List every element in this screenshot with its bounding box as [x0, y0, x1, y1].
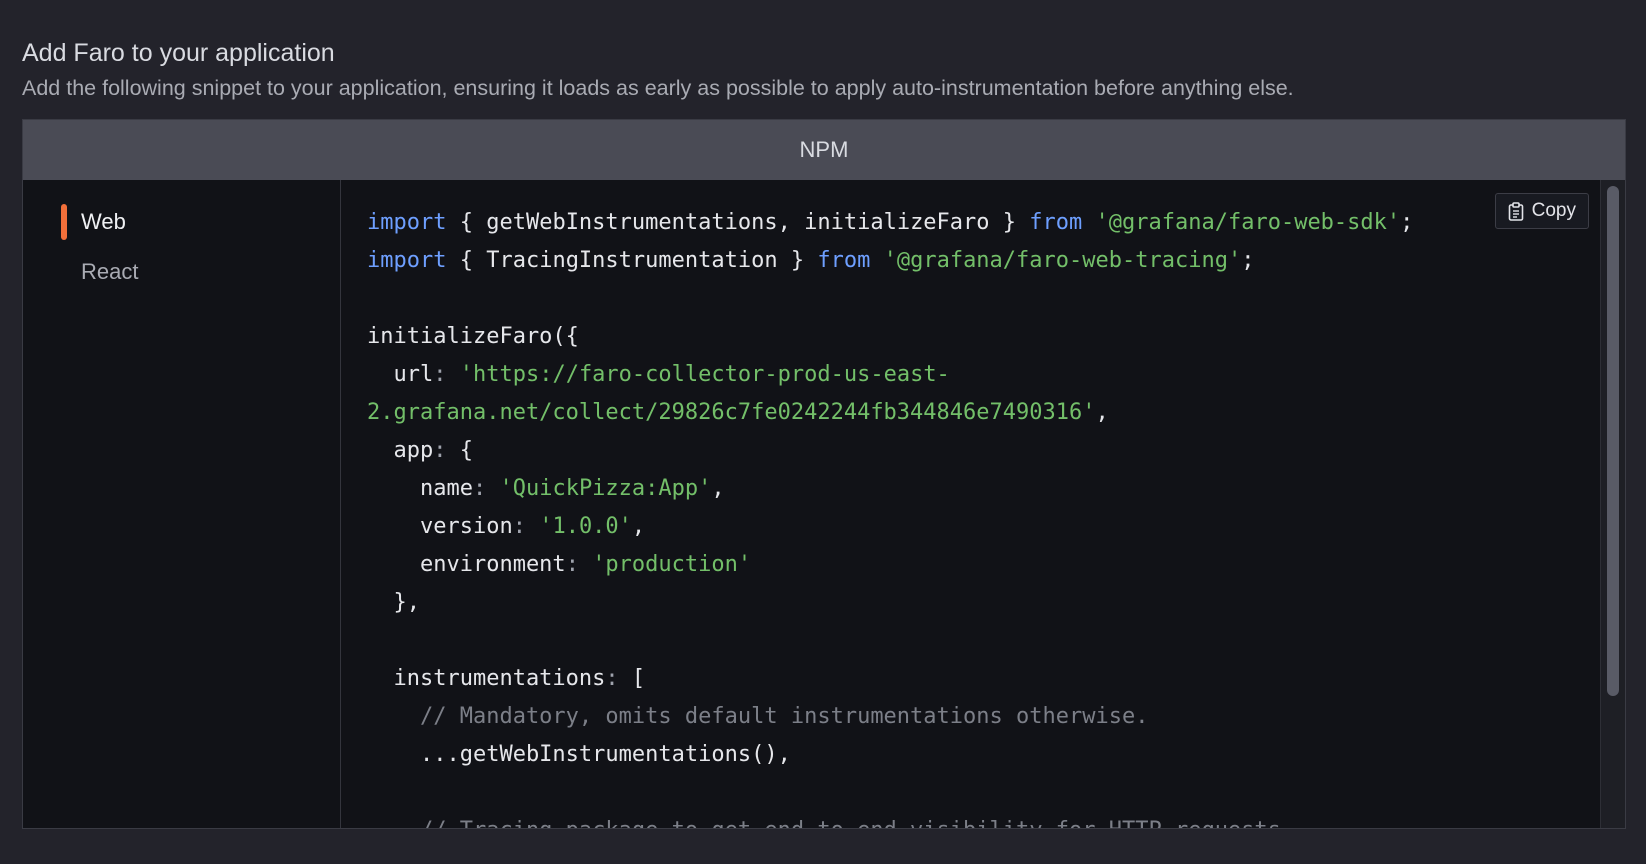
code-line: version: '1.0.0', [367, 514, 646, 539]
code-line: }, [367, 590, 420, 615]
code-line: initializeFaro({ [367, 324, 579, 349]
code-snippet-panel: NPM Web React import { getWebInstrumenta… [22, 119, 1626, 829]
sidebar-item-web[interactable]: Web [61, 204, 341, 240]
tab-bar: NPM [23, 120, 1625, 180]
sidebar: Web React [23, 180, 341, 828]
scrollbar-thumb[interactable] [1607, 186, 1619, 696]
code-line: instrumentations: [ [367, 666, 646, 691]
tab-npm[interactable]: NPM [800, 137, 849, 163]
page-title: Add Faro to your application [22, 39, 335, 67]
code-line: 2.grafana.net/collect/29826c7fe0242244fb… [367, 400, 1109, 425]
code-block: import { getWebInstrumentations, initial… [367, 204, 1413, 828]
code-comment: // Tracing package to get end-to-end vis… [367, 818, 1294, 828]
code-comment: // Mandatory, omits default instrumentat… [367, 704, 1149, 729]
clipboard-icon [1508, 201, 1524, 221]
code-line: environment: 'production' [367, 552, 752, 577]
page-description: Add the following snippet to your applic… [22, 76, 1294, 100]
code-line: url: 'https://faro-collector-prod-us-eas… [367, 362, 950, 387]
page: Add Faro to your application Add the fol… [0, 0, 1646, 864]
copy-button-label: Copy [1531, 200, 1576, 221]
vertical-scrollbar[interactable] [1600, 180, 1625, 828]
code-line: app: { [367, 438, 473, 463]
code-line: name: 'QuickPizza:App', [367, 476, 725, 501]
copy-button[interactable]: Copy [1494, 193, 1589, 229]
code-line: import { getWebInstrumentations, initial… [367, 210, 1414, 235]
code-line: import { TracingInstrumentation } from '… [367, 248, 1255, 273]
code-line: ...getWebInstrumentations(), [367, 742, 791, 767]
sidebar-item-react[interactable]: React [61, 254, 341, 290]
code-editor[interactable]: import { getWebInstrumentations, initial… [341, 180, 1625, 828]
